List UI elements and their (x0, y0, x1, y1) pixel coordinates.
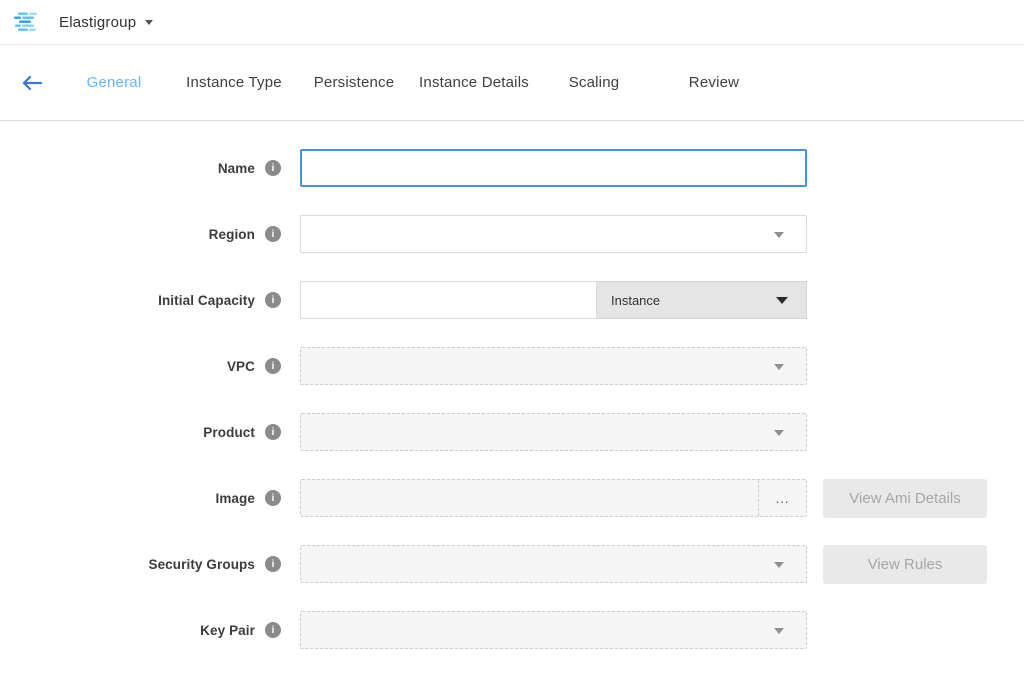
image-input: ... (300, 479, 807, 517)
info-icon[interactable]: i (265, 226, 281, 242)
security-groups-row: Security Groups i View Rules (0, 545, 1024, 583)
view-ami-details-button[interactable]: View Ami Details (823, 479, 987, 518)
dropdown-caret-icon (774, 430, 784, 436)
product-select (300, 413, 807, 451)
info-icon[interactable]: i (265, 292, 281, 308)
tab-scaling[interactable]: Scaling (534, 74, 654, 91)
info-icon[interactable]: i (265, 556, 281, 572)
app-switcher[interactable]: Elastigroup (14, 12, 153, 32)
tab-instance-type[interactable]: Instance Type (174, 74, 294, 91)
region-row: Region i (0, 215, 1024, 253)
app-name: Elastigroup (59, 14, 136, 31)
info-icon[interactable]: i (265, 490, 281, 506)
name-label: Name (218, 161, 255, 176)
name-row: Name i (0, 149, 1024, 187)
initial-capacity-label: Initial Capacity (158, 293, 255, 308)
dropdown-caret-icon (774, 364, 784, 370)
tab-persistence[interactable]: Persistence (294, 74, 414, 91)
region-label: Region (209, 227, 255, 242)
capacity-unit-value: Instance (611, 293, 660, 308)
tab-instance-details[interactable]: Instance Details (414, 74, 534, 91)
info-icon[interactable]: i (265, 160, 281, 176)
dropdown-caret-icon (774, 232, 784, 238)
wizard-tabs: General Instance Type Persistence Instan… (54, 74, 774, 91)
view-rules-button[interactable]: View Rules (823, 545, 987, 584)
product-row: Product i (0, 413, 1024, 451)
image-browse-button[interactable]: ... (758, 480, 806, 516)
security-groups-select (300, 545, 807, 583)
dropdown-caret-icon (774, 562, 784, 568)
tab-general[interactable]: General (54, 74, 174, 91)
vpc-label: VPC (227, 359, 255, 374)
top-bar: Elastigroup (0, 0, 1024, 45)
initial-capacity-input[interactable] (300, 281, 597, 319)
key-pair-label: Key Pair (200, 623, 255, 638)
initial-capacity-row: Initial Capacity i Instance (0, 281, 1024, 319)
key-pair-row: Key Pair i (0, 611, 1024, 649)
back-button[interactable] (20, 71, 44, 95)
wizard-tab-bar: General Instance Type Persistence Instan… (0, 45, 1024, 121)
capacity-unit-select[interactable]: Instance (597, 281, 807, 319)
chevron-down-icon (145, 20, 153, 25)
name-input[interactable] (300, 149, 807, 187)
vpc-select (300, 347, 807, 385)
info-icon[interactable]: i (265, 358, 281, 374)
dropdown-caret-icon (774, 628, 784, 634)
product-label: Product (203, 425, 255, 440)
region-select[interactable] (300, 215, 807, 253)
elastigroup-logo-icon (14, 12, 41, 32)
image-row: Image i ... View Ami Details (0, 479, 1024, 517)
general-settings-form: Name i Region i Initial Capacity i Insta… (0, 121, 1024, 649)
tab-review[interactable]: Review (654, 74, 774, 91)
back-arrow-icon (21, 75, 43, 91)
vpc-row: VPC i (0, 347, 1024, 385)
image-label: Image (215, 491, 255, 506)
dropdown-caret-icon (776, 297, 788, 304)
key-pair-select (300, 611, 807, 649)
info-icon[interactable]: i (265, 424, 281, 440)
info-icon[interactable]: i (265, 622, 281, 638)
security-groups-label: Security Groups (148, 557, 255, 572)
